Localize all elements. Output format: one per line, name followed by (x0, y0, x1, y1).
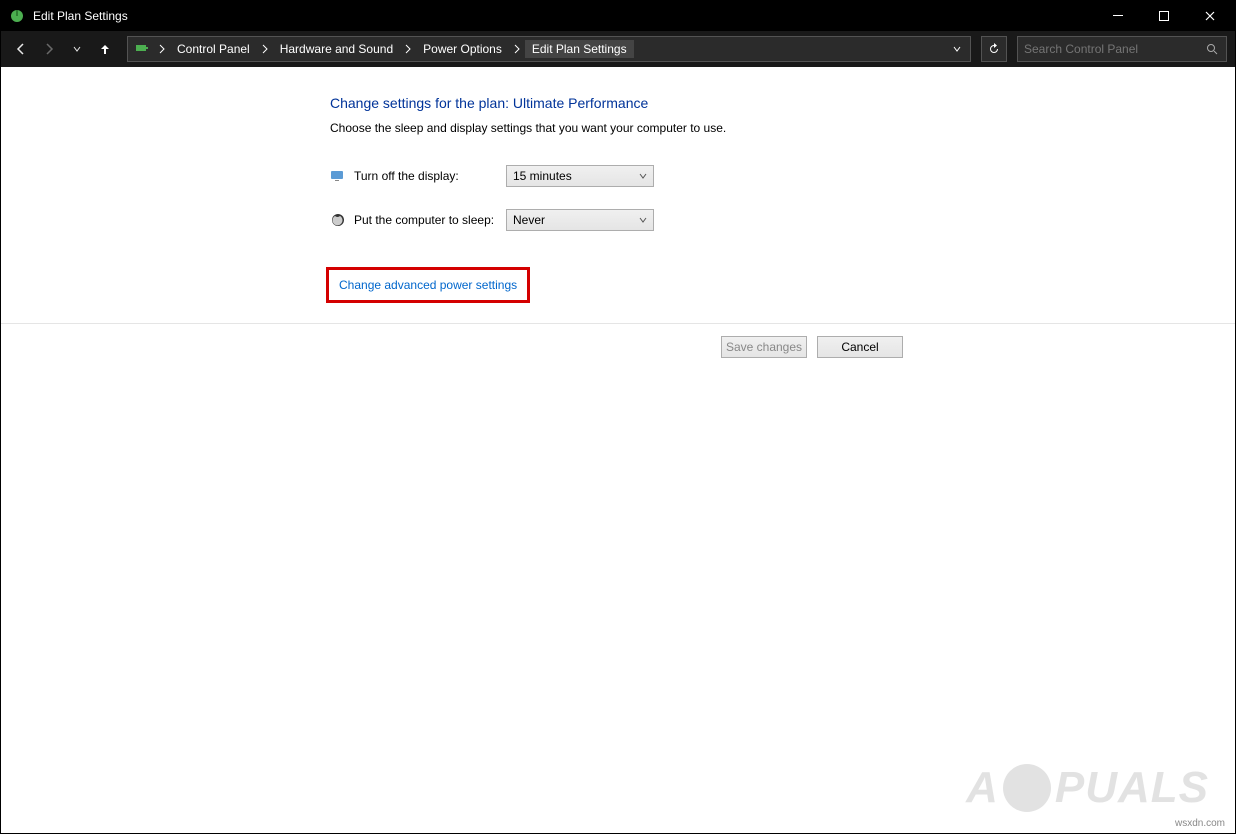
window: Edit Plan Settings (0, 0, 1236, 834)
sleep-dropdown[interactable]: Never (506, 209, 654, 231)
window-title: Edit Plan Settings (33, 9, 1095, 23)
attribution: wsxdn.com (1175, 818, 1225, 829)
breadcrumb-control-panel[interactable]: Control Panel (170, 40, 257, 58)
breadcrumb-power-options[interactable]: Power Options (416, 40, 509, 58)
page-title: Change settings for the plan: Ultimate P… (330, 95, 1235, 111)
minimize-button[interactable] (1095, 1, 1141, 31)
button-row: Save changes Cancel (1, 324, 1235, 358)
sleep-value: Never (513, 213, 545, 227)
watermark-b: PUALS (1055, 763, 1209, 813)
chevron-down-icon (639, 172, 647, 180)
breadcrumb-hardware-sound[interactable]: Hardware and Sound (273, 40, 400, 58)
display-setting-row: Turn off the display: 15 minutes (330, 165, 1235, 187)
sleep-icon (330, 212, 346, 228)
navigation-bar: Control Panel Hardware and Sound Power O… (1, 31, 1235, 67)
save-button[interactable]: Save changes (721, 336, 807, 358)
up-button[interactable] (93, 37, 117, 61)
display-dropdown[interactable]: 15 minutes (506, 165, 654, 187)
breadcrumb-edit-plan[interactable]: Edit Plan Settings (525, 40, 634, 58)
chevron-down-icon (639, 216, 647, 224)
search-icon[interactable] (1204, 43, 1220, 55)
back-button[interactable] (9, 37, 33, 61)
forward-button[interactable] (37, 37, 61, 61)
display-value: 15 minutes (513, 169, 572, 183)
sleep-setting-row: Put the computer to sleep: Never (330, 209, 1235, 231)
sleep-label: Put the computer to sleep: (354, 213, 506, 227)
refresh-button[interactable] (981, 36, 1007, 62)
page-subtitle: Choose the sleep and display settings th… (330, 121, 1235, 135)
titlebar: Edit Plan Settings (1, 1, 1235, 31)
chevron-right-icon[interactable] (511, 44, 523, 54)
power-plan-icon (132, 39, 152, 59)
search-box[interactable] (1017, 36, 1227, 62)
content-area: Change settings for the plan: Ultimate P… (1, 67, 1235, 833)
address-bar[interactable]: Control Panel Hardware and Sound Power O… (127, 36, 971, 62)
display-label: Turn off the display: (354, 169, 506, 183)
chevron-right-icon[interactable] (259, 44, 271, 54)
address-dropdown-icon[interactable] (944, 45, 970, 53)
watermark: A PUALS (966, 763, 1209, 813)
app-icon (9, 8, 25, 24)
advanced-power-link[interactable]: Change advanced power settings (339, 278, 517, 292)
cancel-button[interactable]: Cancel (817, 336, 903, 358)
search-input[interactable] (1024, 42, 1204, 56)
chevron-right-icon[interactable] (156, 44, 168, 54)
history-dropdown-icon[interactable] (65, 37, 89, 61)
window-controls (1095, 1, 1233, 31)
watermark-face-icon (1003, 764, 1051, 812)
watermark-a: A (966, 763, 999, 813)
display-icon (330, 168, 346, 184)
maximize-button[interactable] (1141, 1, 1187, 31)
advanced-link-highlight: Change advanced power settings (326, 267, 530, 303)
close-button[interactable] (1187, 1, 1233, 31)
chevron-right-icon[interactable] (402, 44, 414, 54)
